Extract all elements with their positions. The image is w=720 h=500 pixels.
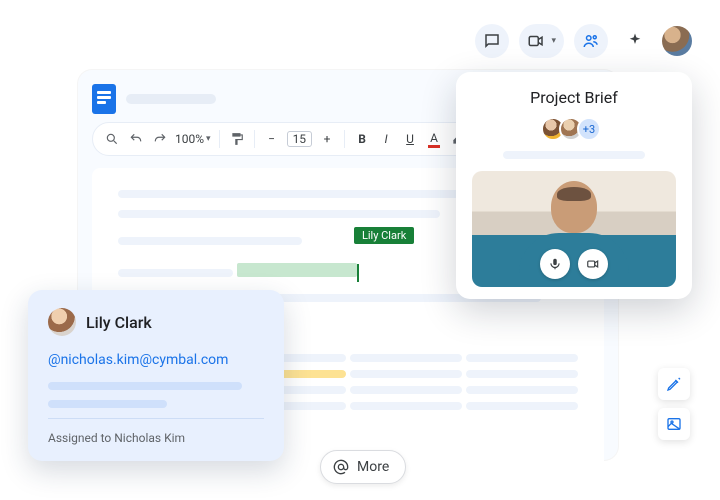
mention-link[interactable]: @nicholas.kim@cymbal.com <box>48 352 264 368</box>
search-button[interactable] <box>103 127 121 151</box>
font-inc-button[interactable]: + <box>318 127 336 151</box>
chevron-down-icon: ▾ <box>551 36 556 46</box>
underline-button[interactable]: U <box>401 127 419 151</box>
camera-toggle[interactable] <box>578 249 608 279</box>
ai-sparkle-button[interactable] <box>618 24 652 58</box>
format-paint-button[interactable] <box>228 127 246 151</box>
undo-button[interactable] <box>127 127 145 151</box>
at-sign-icon <box>333 459 349 475</box>
chevron-down-icon: ▾ <box>206 134 211 144</box>
search-icon <box>105 132 119 146</box>
meet-dropdown-button[interactable]: ▾ <box>519 24 564 58</box>
bold-button[interactable]: B <box>353 127 371 151</box>
redo-button[interactable] <box>151 127 169 151</box>
more-chip[interactable]: More <box>320 450 406 484</box>
side-floating-actions <box>658 368 690 440</box>
account-avatar[interactable] <box>662 26 692 56</box>
mic-toggle[interactable] <box>540 249 570 279</box>
video-icon <box>586 257 600 271</box>
mention-avatar <box>48 308 76 336</box>
docs-logo-icon <box>92 84 116 114</box>
italic-button[interactable]: I <box>377 127 395 151</box>
participant-overflow[interactable]: +3 <box>577 117 601 141</box>
more-chip-label: More <box>357 459 389 475</box>
doc-title-placeholder[interactable] <box>126 94 216 104</box>
mention-card: Lily Clark @nicholas.kim@cymbal.com Assi… <box>28 290 284 461</box>
meet-subtitle-placeholder <box>503 151 646 159</box>
collaborator-flag-green: Lily Clark <box>354 227 414 244</box>
meet-card: Project Brief +3 <box>456 72 692 299</box>
cursor-green <box>357 264 359 282</box>
video-tile[interactable] <box>472 171 676 287</box>
zoom-value: 100% <box>175 132 204 146</box>
assigned-to-text: Assigned to Nicholas Kim <box>48 418 264 445</box>
comments-button[interactable] <box>475 24 509 58</box>
redo-icon <box>153 132 167 146</box>
image-box-icon <box>666 416 682 432</box>
edit-pen-button[interactable] <box>658 368 690 400</box>
meet-participants: +3 <box>472 117 676 141</box>
zoom-select[interactable]: 100%▾ <box>175 127 211 151</box>
text-selection <box>237 263 357 277</box>
meet-title: Project Brief <box>472 88 676 107</box>
people-icon <box>582 32 600 50</box>
video-icon <box>527 32 545 50</box>
font-size-input[interactable]: 15 <box>287 131 313 147</box>
microphone-icon <box>548 257 562 271</box>
header-actions: ▾ <box>475 24 692 58</box>
text-color-button[interactable]: A <box>425 127 443 151</box>
format-paint-icon <box>230 132 244 146</box>
chat-bubble-icon <box>483 32 501 50</box>
sparkle-icon <box>626 32 644 50</box>
mention-user-name: Lily Clark <box>86 313 152 332</box>
font-dec-button[interactable]: − <box>263 127 281 151</box>
image-box-button[interactable] <box>658 408 690 440</box>
edit-pen-icon <box>666 376 682 392</box>
share-button[interactable] <box>574 24 608 58</box>
undo-icon <box>129 132 143 146</box>
